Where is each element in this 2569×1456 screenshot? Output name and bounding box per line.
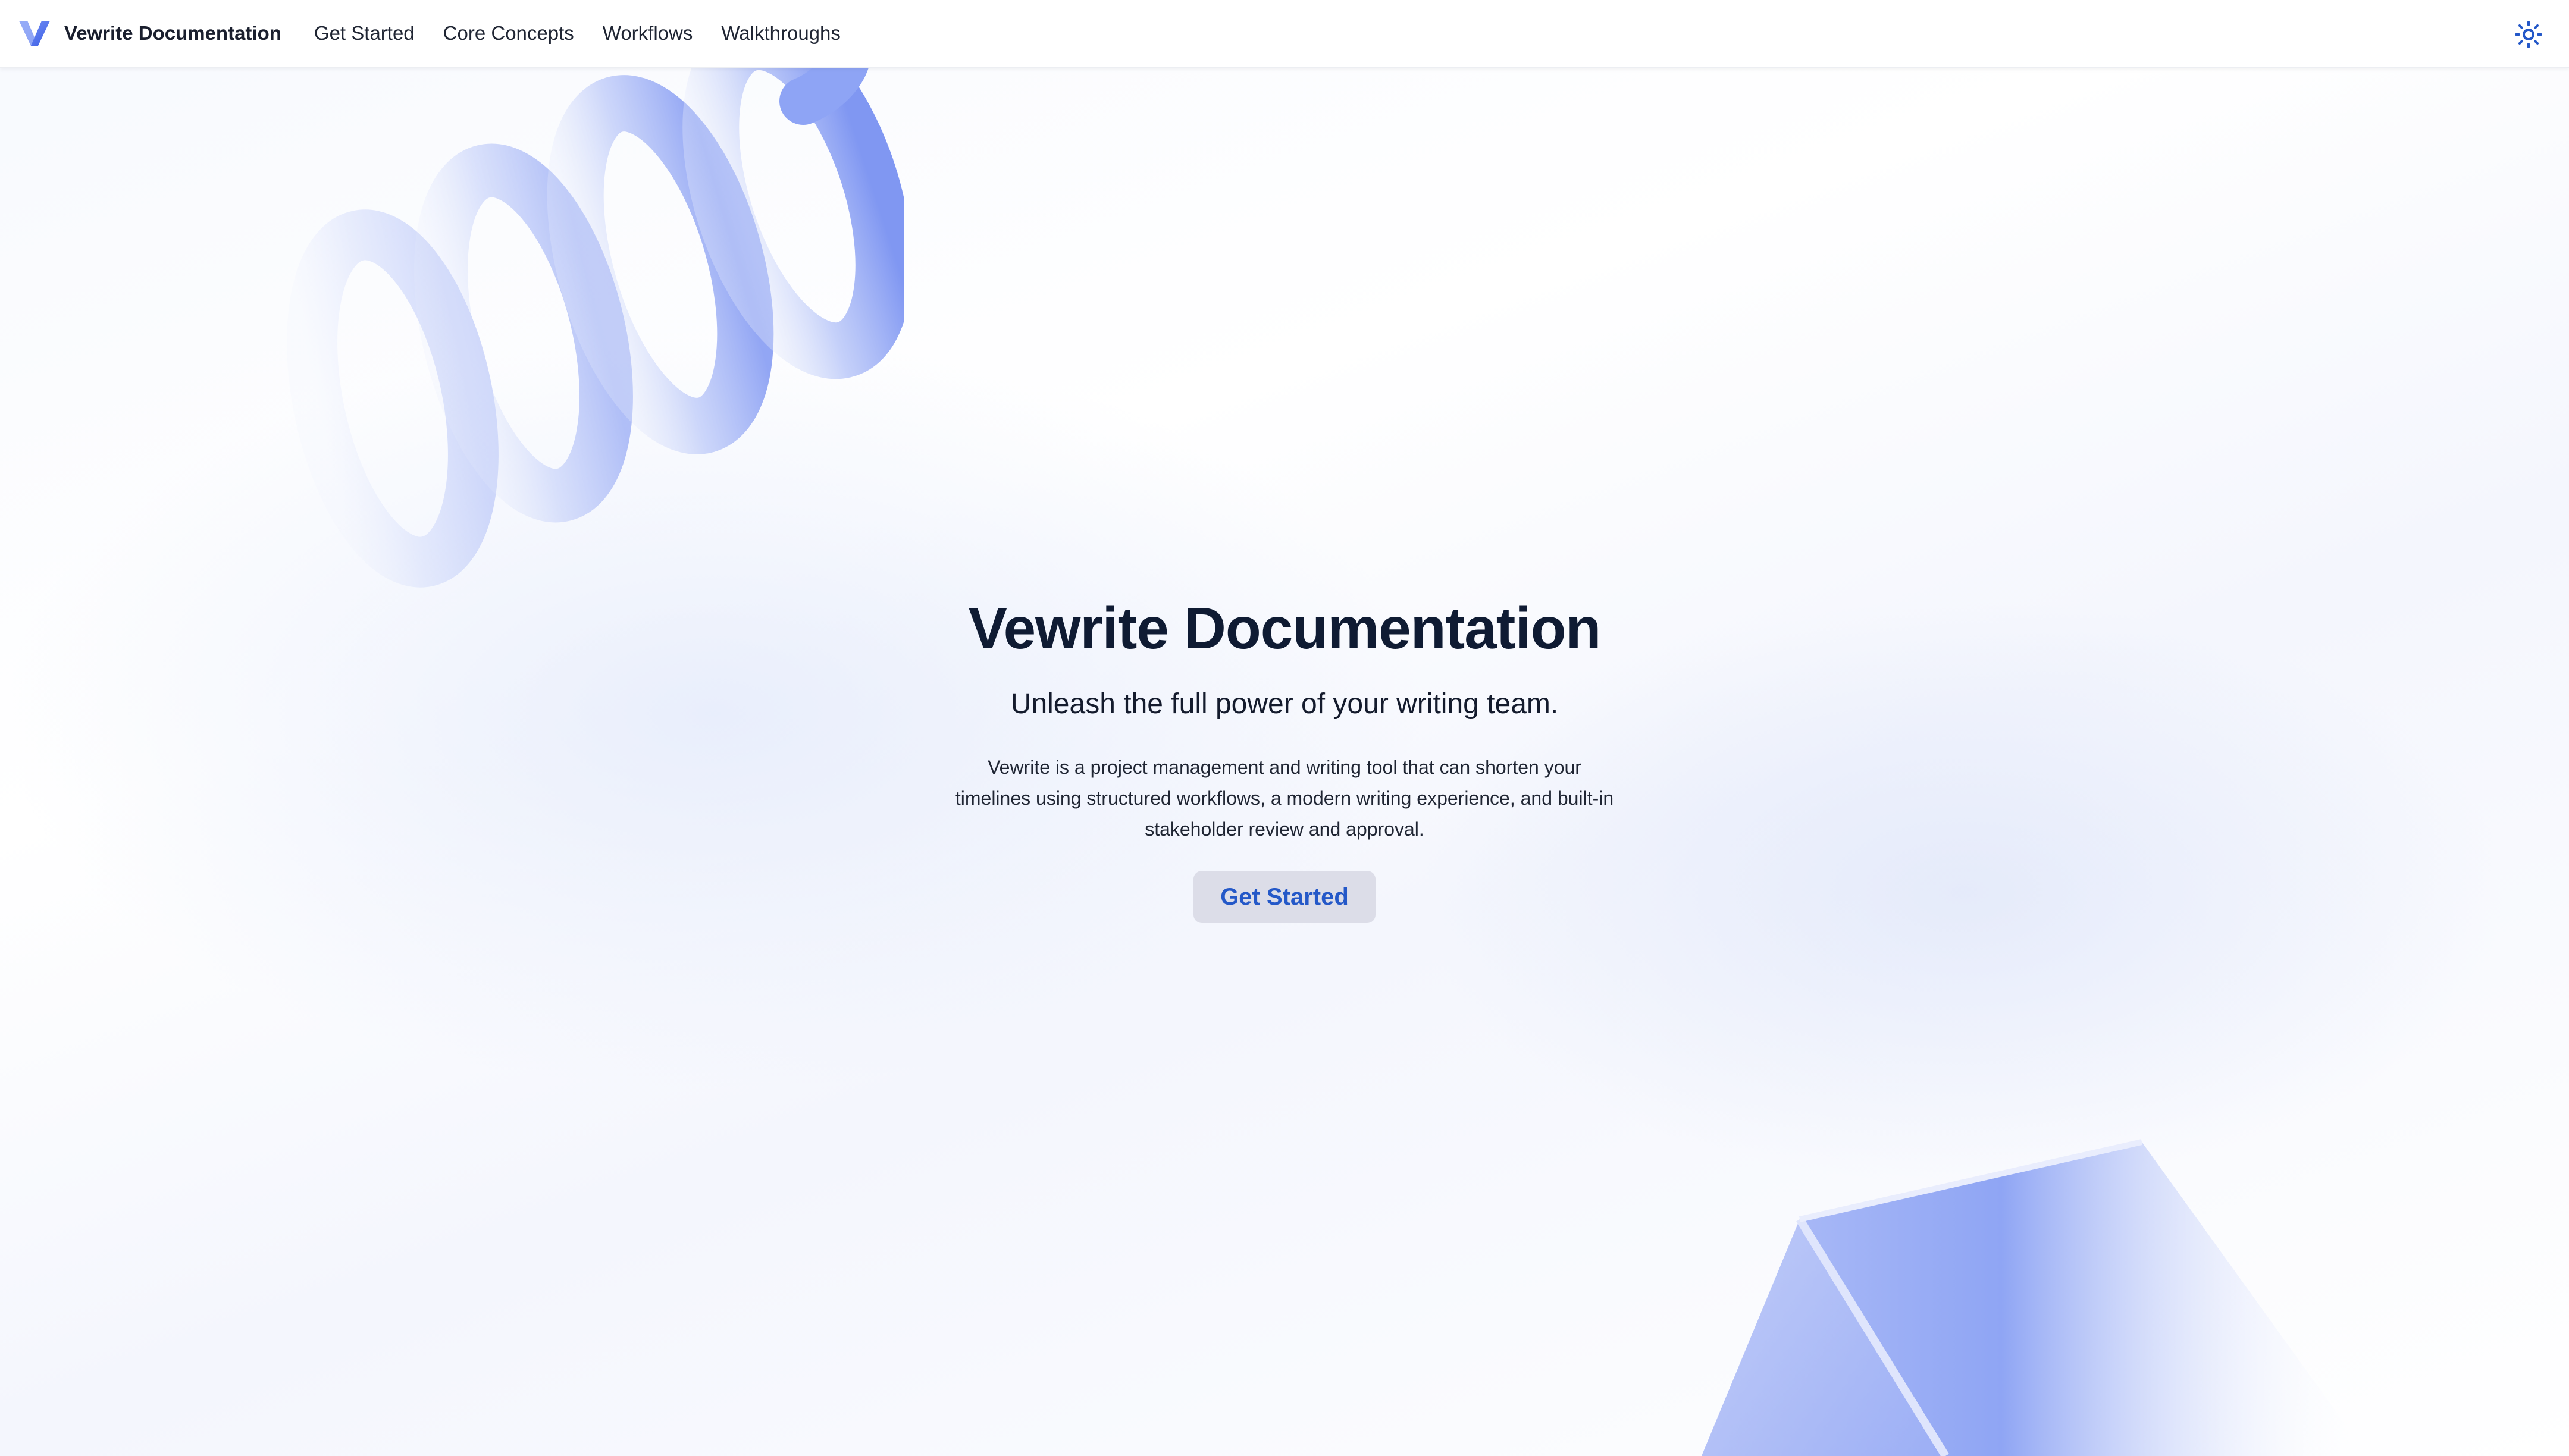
get-started-button[interactable]: Get Started	[1193, 871, 1376, 924]
sun-icon	[2515, 21, 2542, 48]
nav-link-get-started[interactable]: Get Started	[314, 22, 415, 45]
theme-toggle-button[interactable]	[2512, 18, 2545, 51]
hero-title: Vewrite Documentation	[968, 595, 1602, 661]
brand-link[interactable]: Vewrite Documentation	[18, 18, 281, 48]
nav-link-workflows[interactable]: Workflows	[603, 22, 693, 45]
brand-title: Vewrite Documentation	[64, 22, 281, 44]
hero-section: Vewrite Documentation Unleash the full p…	[868, 595, 1701, 924]
nav-links: Get Started Core Concepts Workflows Walk…	[314, 22, 869, 45]
hero-tagline: Unleash the full power of your writing t…	[1010, 688, 1559, 720]
top-navbar: Vewrite Documentation Get Started Core C…	[0, 0, 2569, 68]
page: Vewrite Documentation Get Started Core C…	[0, 0, 2569, 1456]
pyramid-decoration	[1702, 1139, 2368, 1456]
spiral-decoration	[287, 36, 904, 588]
vewrite-logo-icon	[19, 21, 50, 46]
nav-link-core-concepts[interactable]: Core Concepts	[443, 22, 574, 45]
nav-link-walkthroughs[interactable]: Walkthroughs	[721, 22, 841, 45]
hero-description: Vewrite is a project management and writ…	[955, 757, 1614, 840]
